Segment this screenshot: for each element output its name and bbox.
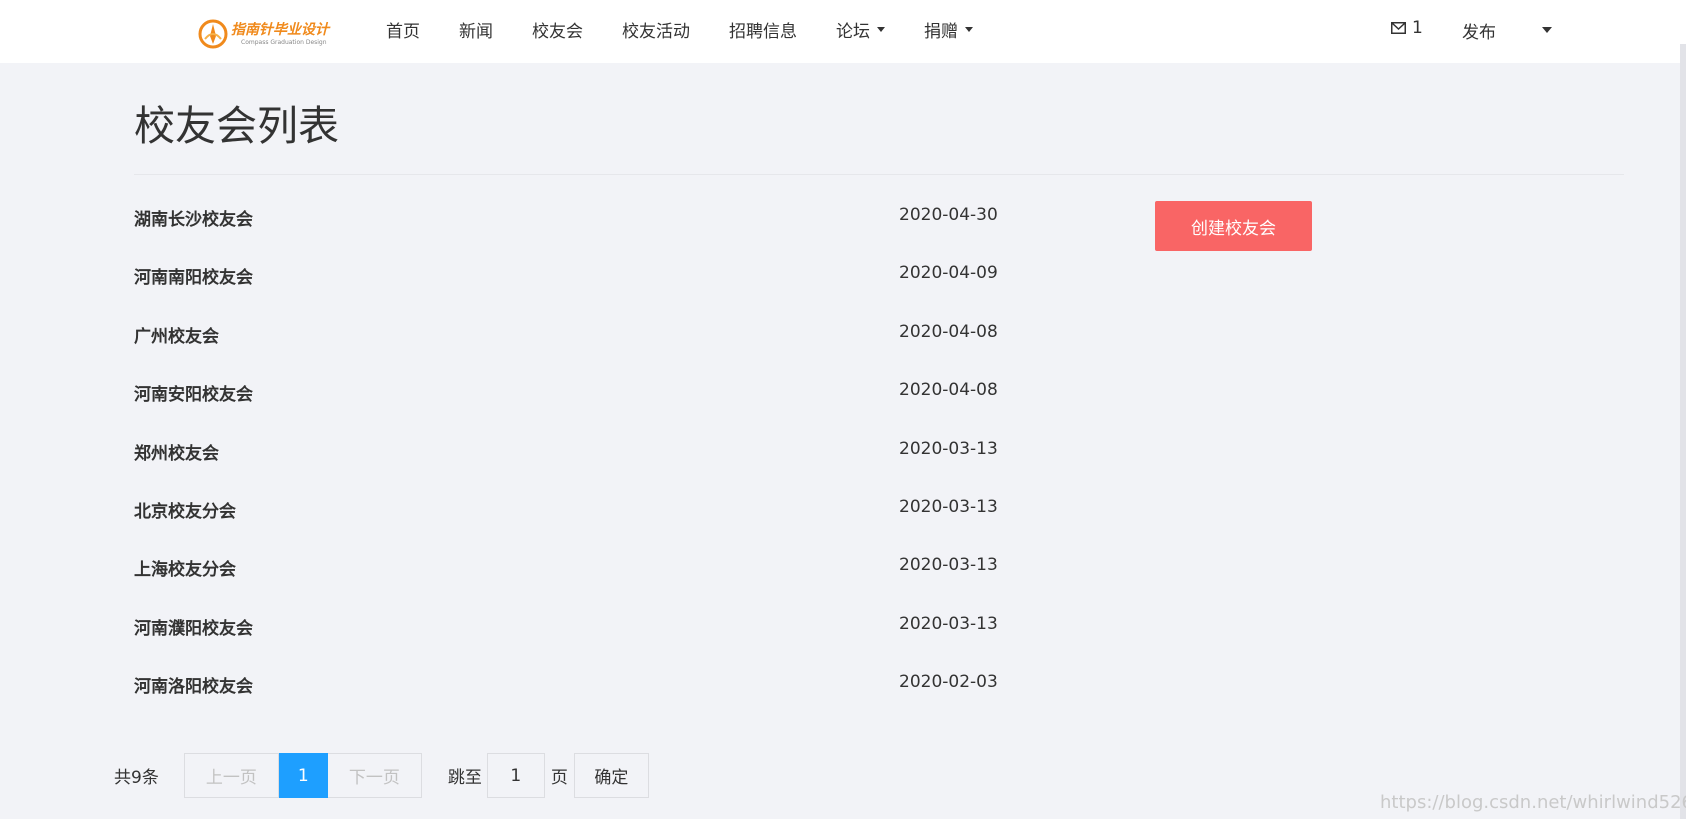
nav-item-3[interactable]: 校友活动 [622,17,690,42]
nav-item-1[interactable]: 新闻 [459,17,493,42]
compass-logo-icon [198,19,228,49]
list-item[interactable]: 广州校友会 2020-04-08 [134,317,1004,375]
messages-count: 1 [1412,18,1423,38]
jump-confirm-button[interactable]: 确定 [573,753,649,798]
nav-item-2[interactable]: 校友会 [532,17,583,42]
caret-down-icon [877,26,885,32]
page-unit-label: 页 [550,768,568,788]
association-name[interactable]: 郑州校友会 [134,439,219,464]
list-item[interactable]: 湖南长沙校友会 2020-04-30 [134,200,1004,258]
list-item[interactable]: 河南洛阳校友会 2020-02-03 [134,667,1004,725]
association-name[interactable]: 湖南长沙校友会 [134,205,253,230]
association-date: 2020-03-13 [899,438,998,459]
association-list: 湖南长沙校友会 2020-04-30 河南南阳校友会 2020-04-09 广州校友会 2… [134,200,1004,726]
list-item[interactable]: 河南濮阳校友会 2020-03-13 [134,609,1004,667]
association-name[interactable]: 河南濮阳校友会 [134,614,253,639]
list-item[interactable]: 郑州校友会 2020-03-13 [134,434,1004,492]
association-date: 2020-03-13 [899,555,998,576]
association-date: 2020-04-09 [899,263,998,284]
user-dropdown-caret-icon[interactable] [1542,27,1552,33]
association-name[interactable]: 北京校友分会 [134,497,236,522]
current-page-button[interactable]: 1 [278,753,328,798]
association-name[interactable]: 河南南阳校友会 [134,263,253,288]
list-item[interactable]: 北京校友分会 2020-03-13 [134,492,1004,550]
publish-link[interactable]: 发布 [1462,18,1496,43]
nav-item-label: 捐赠 [924,21,958,42]
nav-item-label: 新闻 [459,21,493,42]
nav-item-0[interactable]: 首页 [386,17,420,42]
nav-item-label: 招聘信息 [729,21,797,42]
association-date: 2020-04-08 [899,321,998,342]
association-date: 2020-03-13 [899,613,998,634]
mail-icon [1391,22,1406,34]
pagination-total: 共9条 [114,768,159,788]
prev-page-button[interactable]: 上一页 [183,753,279,798]
jump-to-label: 跳至 [447,768,482,788]
next-page-button[interactable]: 下一页 [327,753,422,798]
association-name[interactable]: 河南洛阳校友会 [134,672,253,697]
top-navbar: 指南针毕业设计 Compass Graduation Design 首页 新闻 校友… [0,0,1686,63]
page-scrollbar[interactable] [1680,44,1686,819]
brand-name-cn: 指南针毕业设计 [231,21,329,38]
title-divider [134,174,1624,175]
list-item[interactable]: 上海校友分会 2020-03-13 [134,550,1004,608]
nav-item-4[interactable]: 招聘信息 [729,17,797,42]
nav-item-label: 校友活动 [622,21,690,42]
association-date: 2020-02-03 [899,672,998,693]
nav-item-5[interactable]: 论坛 [836,17,885,42]
nav-item-6[interactable]: 捐赠 [924,17,973,42]
caret-down-icon [965,26,973,32]
create-association-button[interactable]: 创建校友会 [1155,201,1312,251]
association-date: 2020-03-13 [899,496,998,517]
association-name[interactable]: 河南安阳校友会 [134,380,253,405]
jump-page-input[interactable] [486,753,545,798]
pagination: 共9条 上一页 1 下一页 跳至 页 确定 [114,753,649,798]
association-date: 2020-04-30 [899,205,998,225]
nav-item-label: 论坛 [836,21,870,42]
association-date: 2020-04-08 [899,380,998,401]
brand-name-en: Compass Graduation Design [241,38,327,46]
list-item[interactable]: 河南南阳校友会 2020-04-09 [134,258,1004,316]
association-name[interactable]: 上海校友分会 [134,555,236,580]
nav-item-label: 校友会 [532,21,583,42]
association-name[interactable]: 广州校友会 [134,322,219,347]
messages-link[interactable]: 1 [1391,18,1423,38]
main-nav: 首页 新闻 校友会 校友活动 招聘信息 论坛 捐赠 [386,0,1012,58]
list-item[interactable]: 河南安阳校友会 2020-04-08 [134,375,1004,433]
watermark: https://blog.csdn.net/whirlwind526 [1380,792,1686,813]
brand-logo[interactable]: 指南针毕业设计 Compass Graduation Design [198,16,333,52]
page-title: 校友会列表 [134,102,339,150]
nav-item-label: 首页 [386,21,420,42]
